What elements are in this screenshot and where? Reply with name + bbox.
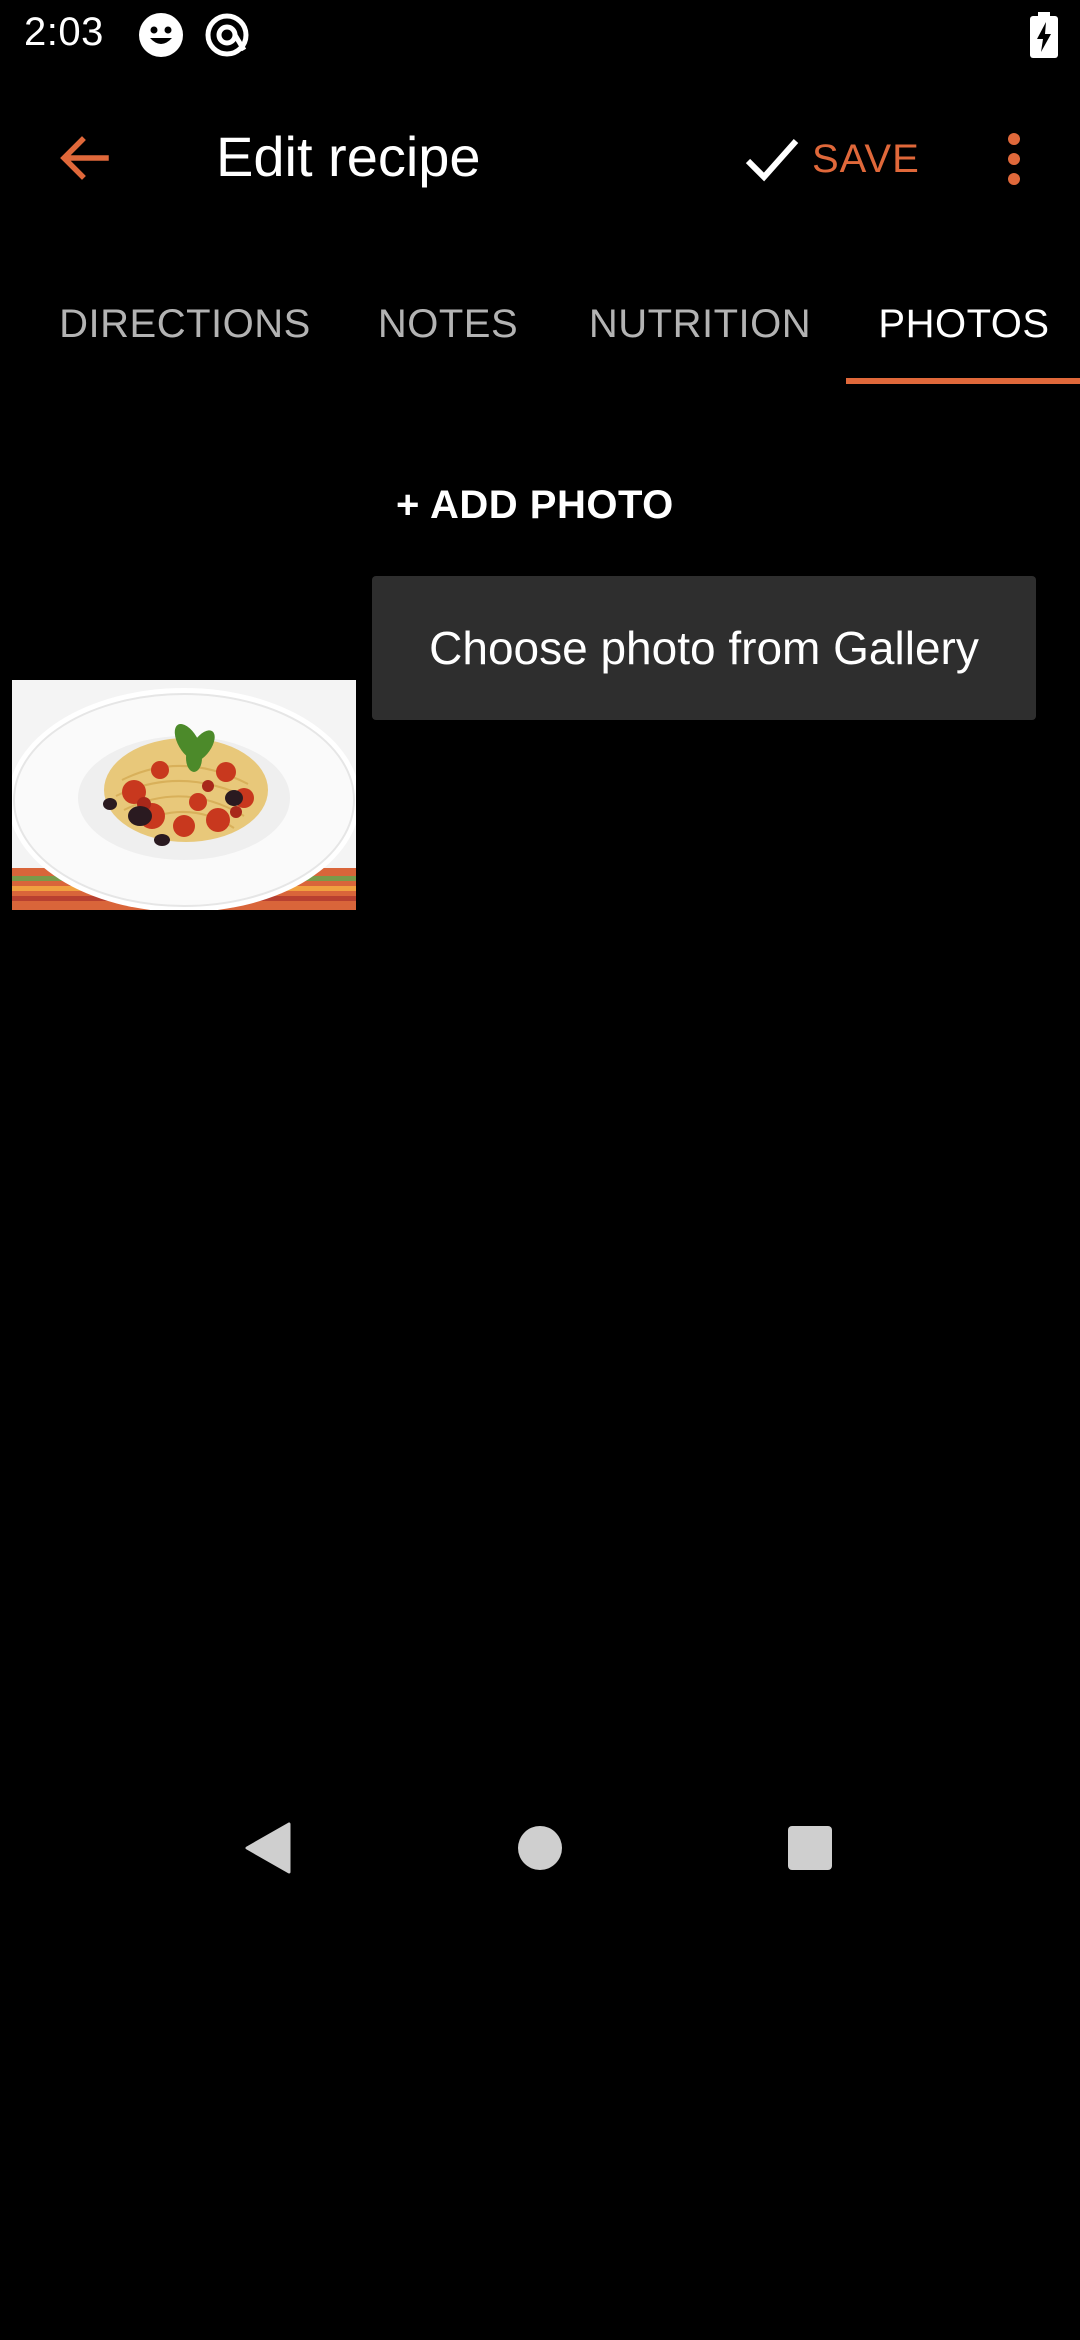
nav-back-icon [245,1822,291,1874]
toolbar: Edit recipe SAVE [0,100,1080,216]
more-options-button[interactable] [990,124,1038,194]
tab-indicator [846,378,1080,384]
more-vert-icon [1008,133,1020,185]
at-icon [204,12,250,58]
nav-back-button[interactable] [238,1818,298,1878]
nav-recents-button[interactable] [780,1818,840,1878]
nav-home-button[interactable] [510,1818,570,1878]
arrow-left-icon [60,136,109,180]
save-label: SAVE [812,136,920,181]
add-photo-popup-menu: Choose photo from Gallery [372,576,1036,720]
status-bar: 2:03 [0,0,1080,72]
check-icon [745,139,799,182]
recipe-photo[interactable] [12,680,356,910]
tab-bar: DIRECTIONS NOTES NUTRITION PHOTOS [0,262,1080,386]
status-time: 2:03 [24,10,104,54]
back-button[interactable] [44,122,124,194]
page-title: Edit recipe [216,125,481,188]
save-button[interactable]: SAVE [744,126,920,192]
nav-recents-icon [788,1826,832,1870]
nav-home-icon [518,1826,562,1870]
tab-notes[interactable]: NOTES [366,262,530,386]
tab-photos[interactable]: PHOTOS [864,262,1064,386]
spaghetti-photo [12,680,356,910]
tab-directions[interactable]: DIRECTIONS [50,262,320,386]
smiley-icon [138,12,184,58]
choose-from-gallery-item[interactable]: Choose photo from Gallery [372,576,1036,720]
battery-charging-icon [1030,12,1058,58]
tab-nutrition[interactable]: NUTRITION [578,262,822,386]
add-photo-button[interactable]: + ADD PHOTO [396,470,674,540]
system-nav-bar [0,1800,1080,1896]
